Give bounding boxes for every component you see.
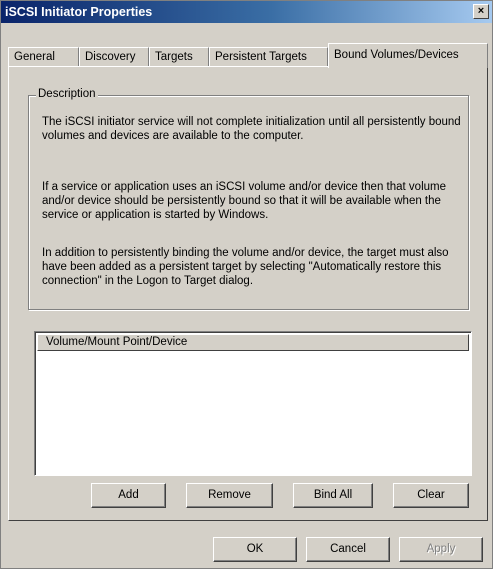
description-paragraph-1: The iSCSI initiator service will not com… bbox=[42, 116, 461, 142]
title-bar[interactable]: iSCSI Initiator Properties × bbox=[1, 1, 492, 23]
iscsi-properties-dialog: iSCSI Initiator Properties × General Dis… bbox=[0, 0, 493, 569]
remove-button[interactable]: Remove bbox=[186, 483, 273, 508]
column-header-volume[interactable]: Volume/Mount Point/Device bbox=[37, 334, 469, 351]
tab-general[interactable]: General bbox=[8, 47, 79, 67]
add-button[interactable]: Add bbox=[91, 483, 166, 508]
volume-list[interactable]: Volume/Mount Point/Device bbox=[34, 331, 472, 476]
window-title: iSCSI Initiator Properties bbox=[5, 5, 153, 19]
close-icon: × bbox=[477, 5, 485, 17]
close-button[interactable]: × bbox=[473, 4, 489, 19]
description-paragraph-3: In addition to persistently binding the … bbox=[42, 247, 449, 287]
tab-discovery[interactable]: Discovery bbox=[79, 47, 149, 67]
ok-button[interactable]: OK bbox=[213, 537, 297, 562]
apply-button[interactable]: Apply bbox=[399, 537, 483, 562]
cancel-button[interactable]: Cancel bbox=[306, 537, 390, 562]
tab-targets[interactable]: Targets bbox=[149, 47, 209, 67]
tab-persistent-targets[interactable]: Persistent Targets bbox=[209, 47, 328, 67]
description-legend: Description bbox=[36, 88, 98, 100]
clear-button[interactable]: Clear bbox=[393, 483, 469, 508]
tab-bound-volumes-devices[interactable]: Bound Volumes/Devices bbox=[328, 43, 488, 68]
bind-all-button[interactable]: Bind All bbox=[293, 483, 373, 508]
tab-strip: General Discovery Targets Persistent Tar… bbox=[8, 43, 488, 68]
description-paragraph-2: If a service or application uses an iSCS… bbox=[42, 181, 446, 221]
